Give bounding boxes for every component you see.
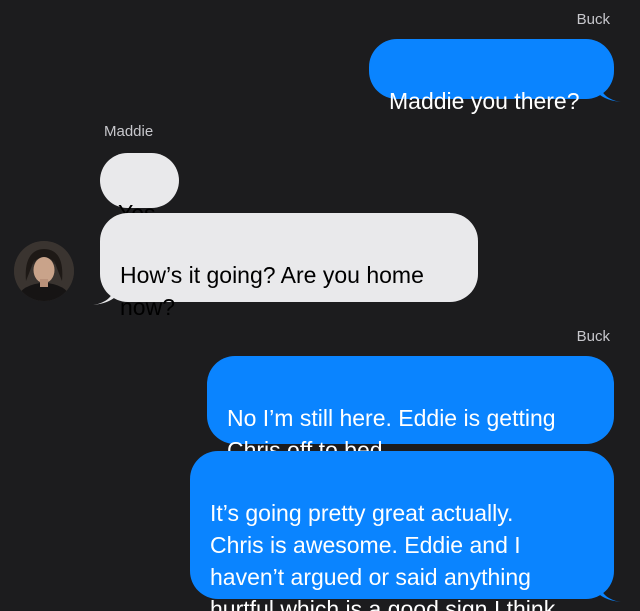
- sender-label-maddie: Maddie: [104, 123, 154, 140]
- avatar[interactable]: [14, 241, 74, 301]
- bubble-tail-icon: [599, 580, 621, 602]
- message-text: Maddie you there?: [389, 88, 580, 114]
- message-bubble-incoming[interactable]: How’s it going? Are you home now?: [93, 213, 478, 320]
- message-text: How’s it going? Are you home now?: [120, 262, 424, 320]
- message-bubble-outgoing[interactable]: Maddie you there?: [369, 39, 621, 114]
- message-bubble-outgoing[interactable]: No I’m still here. Eddie is getting Chri…: [207, 356, 614, 463]
- sender-label-buck: Buck: [576, 11, 610, 28]
- bubble-tail-icon: [599, 80, 621, 102]
- message-text: It’s going pretty great actually. Chris …: [210, 500, 556, 611]
- message-bubble-outgoing[interactable]: It’s going pretty great actually. Chris …: [190, 451, 621, 611]
- sender-label-buck: Buck: [576, 328, 610, 345]
- bubble-tail-icon: [93, 283, 115, 305]
- contact-photo-icon: [14, 241, 74, 301]
- message-bubble-incoming[interactable]: Yes: [100, 153, 179, 226]
